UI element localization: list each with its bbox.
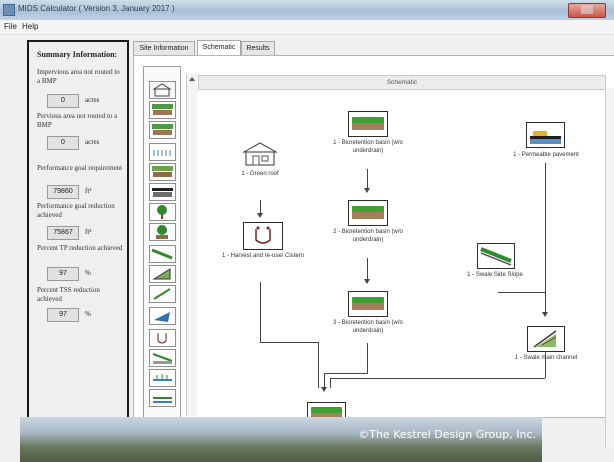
green-roof-icon — [241, 141, 280, 166]
connector — [330, 378, 545, 379]
harvest-cistern-label: 1 - Harvest and re-use/ Cistern — [221, 253, 305, 259]
bmp-palette — [143, 66, 181, 418]
pervious-unit: acres — [85, 138, 100, 146]
connector — [367, 169, 368, 189]
tab-schematic[interactable]: Schematic — [197, 40, 241, 56]
tp-value: 97 — [47, 267, 79, 281]
tab-results[interactable]: Results — [241, 41, 275, 55]
menu-help[interactable]: Help — [22, 22, 38, 31]
connector — [324, 373, 325, 388]
menu-bar: File Help — [0, 20, 614, 35]
arrow-down-icon — [542, 312, 548, 317]
swale-main-channel-icon — [527, 326, 565, 352]
connector — [260, 200, 261, 214]
palette-bioretention-icon[interactable] — [149, 101, 176, 119]
bioretention-icon — [348, 200, 388, 226]
reduction-value: 75867 — [47, 226, 79, 240]
connector — [498, 292, 545, 293]
goal-unit: ft³ — [85, 187, 92, 195]
pervious-value: 0 — [47, 136, 79, 150]
tab-site-information[interactable]: Site Information — [133, 41, 195, 55]
footer-skyline-image: ©The Kestrel Design Group, Inc. — [20, 417, 542, 462]
tss-value: 97 — [47, 308, 79, 322]
schematic-header: Schematic — [198, 75, 606, 90]
palette-bioretention-underdrain-icon[interactable] — [149, 121, 176, 139]
arrow-down-icon — [257, 213, 263, 218]
palette-tree-icon[interactable] — [149, 203, 176, 221]
permeable-pavement-label: 1 - Permeable pavement — [513, 152, 579, 158]
connector — [330, 378, 331, 388]
connector — [260, 282, 261, 342]
tp-unit: % — [85, 269, 91, 277]
palette-green-roof-icon[interactable] — [149, 81, 176, 99]
connector — [367, 258, 368, 280]
cistern-icon — [243, 222, 283, 250]
palette-wet-pond-icon[interactable] — [149, 389, 176, 407]
impervious-value: 0 — [47, 94, 79, 108]
scroll-up-icon[interactable] — [189, 77, 195, 81]
palette-scrollbar[interactable] — [186, 74, 197, 416]
palette-permeable-pavement-icon[interactable] — [149, 183, 176, 201]
close-button[interactable] — [568, 3, 606, 18]
connector — [324, 373, 368, 374]
bioretention-icon — [348, 291, 388, 317]
reduction-label: Performance goal reduction achieved — [37, 202, 115, 219]
palette-swale-trench-icon[interactable] — [149, 285, 176, 303]
palette-wet-swale-icon[interactable] — [149, 307, 176, 325]
impervious-label: Impervious area not routed to a BMP — [37, 68, 120, 85]
connector — [367, 343, 368, 373]
window-title: MIDS Calculator ( Version 3, January 201… — [18, 4, 175, 13]
connector — [260, 342, 318, 343]
tp-label: Percent TP reduction achieved — [37, 244, 123, 252]
palette-swale-side-slope-icon[interactable] — [149, 245, 176, 263]
pervious-label: Pervious area not routed to a BMP — [37, 112, 118, 129]
summary-heading: Summary Information: — [37, 50, 118, 59]
window-titlebar: MIDS Calculator ( Version 3, January 201… — [0, 0, 614, 20]
connector — [318, 342, 319, 388]
arrow-down-icon — [364, 279, 370, 284]
tss-label: Percent TSS reduction achieved — [37, 286, 100, 303]
copyright-credit: ©The Kestrel Design Group, Inc. — [358, 428, 536, 441]
reduction-unit: ft³ — [85, 228, 92, 236]
canvas-scrollbar[interactable] — [605, 88, 614, 448]
arrow-down-icon — [364, 188, 370, 193]
permeable-pavement-icon — [526, 122, 565, 148]
app-icon — [3, 4, 15, 16]
palette-cistern-icon[interactable] — [149, 329, 176, 347]
palette-filter-icon[interactable] — [149, 163, 176, 181]
palette-tree-trench-icon[interactable] — [149, 223, 176, 241]
menu-file[interactable]: File — [4, 22, 17, 31]
swale-main-channel-label: 1 - Swale main channel — [514, 355, 578, 361]
palette-swale-main-icon[interactable] — [149, 265, 176, 283]
bioretention-3-label: 3 - Bioretention basin (w/o underdrain) — [333, 320, 403, 334]
swale-side-slope-label: 1 - Swale Side Slope — [467, 272, 523, 278]
impervious-unit: acres — [85, 96, 100, 104]
bioretention-1-label: 1 - Bioretention basin (w/o underdrain) — [333, 140, 403, 154]
tss-unit: % — [85, 310, 91, 318]
arrow-down-icon — [321, 387, 327, 392]
connector — [545, 163, 546, 313]
green-roof-label: 1 - Green roof — [241, 171, 279, 177]
swale-side-slope-icon — [477, 243, 515, 269]
palette-constructed-wetland-icon[interactable] — [149, 369, 176, 387]
bioretention-2-label: 2 - Bioretention basin (w/o underdrain) — [333, 229, 403, 243]
goal-value: 79860 — [47, 185, 79, 199]
summary-panel: Summary Information: Impervious area not… — [27, 40, 129, 428]
palette-sand-filter-icon[interactable] — [149, 349, 176, 367]
bioretention-icon — [348, 111, 388, 137]
goal-label: Performance goal requirement — [37, 164, 123, 172]
palette-infiltration-icon[interactable] — [149, 143, 176, 161]
